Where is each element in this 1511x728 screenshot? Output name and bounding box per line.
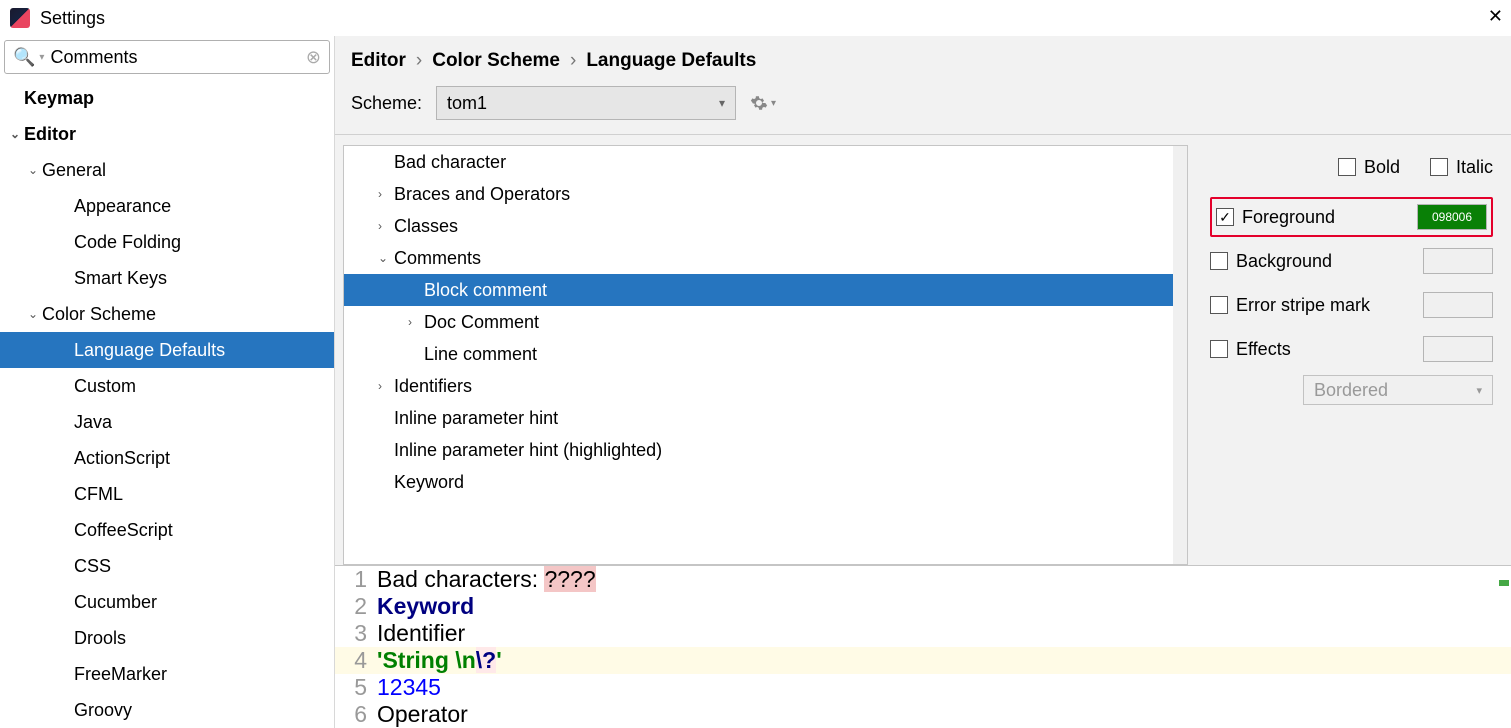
breadcrumb-item[interactable]: Color Scheme [432,50,560,72]
sidebar-item-appearance[interactable]: Appearance [0,188,334,224]
sidebar-item-code-folding[interactable]: Code Folding [0,224,334,260]
category-item-inline-parameter-hint[interactable]: Inline parameter hint [344,402,1187,434]
chevron-icon: ⌄ [28,163,42,177]
code-preview: 1Bad characters: ????2Keyword3Identifier… [335,565,1511,728]
sidebar-item-general[interactable]: ⌄General [0,152,334,188]
sidebar-item-custom[interactable]: Custom [0,368,334,404]
category-item-doc-comment[interactable]: ›Doc Comment [344,306,1187,338]
sidebar-item-drools[interactable]: Drools [0,620,334,656]
breadcrumb: Editor › Color Scheme › Language Default… [335,36,1511,86]
chevron-down-icon[interactable]: ▾ [39,52,44,63]
sidebar-item-actionscript[interactable]: ActionScript [0,440,334,476]
search-icon: 🔍 [13,47,35,68]
chevron-icon: › [378,379,394,393]
preview-line: 2Keyword [335,593,1511,620]
scrollbar[interactable] [1173,146,1187,564]
line-number: 3 [335,620,377,647]
sidebar-item-coffeescript[interactable]: CoffeeScript [0,512,334,548]
category-item-braces-and-operators[interactable]: ›Braces and Operators [344,178,1187,210]
category-item-line-comment[interactable]: Line comment [344,338,1187,370]
effects-row: Effects [1210,329,1493,369]
breadcrumb-item[interactable]: Editor [351,50,406,72]
chevron-right-icon: › [416,50,422,72]
italic-checkbox[interactable]: Italic [1430,147,1493,187]
error-stripe-color-swatch[interactable] [1423,292,1493,318]
window-title: Settings [40,8,105,29]
sidebar-item-editor[interactable]: ⌄Editor [0,116,334,152]
sidebar-item-freemarker[interactable]: FreeMarker [0,656,334,692]
chevron-icon: ⌄ [378,251,394,265]
error-stripe-row: Error stripe mark [1210,285,1493,325]
chevron-icon: › [378,219,394,233]
foreground-row: Foreground 098006 [1210,197,1493,237]
effects-type-select[interactable]: Bordered ▾ [1303,375,1493,405]
chevron-down-icon: ▾ [1476,384,1482,397]
chevron-icon: › [378,187,394,201]
sidebar: 🔍 ▾ ⊗ Keymap⌄Editor⌄GeneralAppearanceCod… [0,36,335,728]
preview-line: 3Identifier [335,620,1511,647]
category-item-keyword[interactable]: Keyword [344,466,1187,498]
chevron-icon: ⌄ [10,127,24,141]
category-item-comments[interactable]: ⌄Comments [344,242,1187,274]
foreground-checkbox[interactable]: Foreground [1216,197,1335,237]
sidebar-item-language-defaults[interactable]: Language Defaults [0,332,334,368]
chevron-right-icon: › [570,50,576,72]
settings-tree: Keymap⌄Editor⌄GeneralAppearanceCode Fold… [0,80,334,728]
titlebar: Settings ✕ [0,0,1511,36]
foreground-color-swatch[interactable]: 098006 [1417,204,1487,230]
scheme-select[interactable]: tom1 ▾ [436,86,736,120]
category-list: Bad character›Braces and Operators›Class… [343,145,1188,565]
category-item-block-comment[interactable]: Block comment [344,274,1187,306]
close-icon[interactable]: ✕ [1488,6,1503,27]
preview-line: 4'String \n\?' [335,647,1511,674]
properties-panel: Bold Italic Foreground 098006 [1188,135,1511,565]
background-row: Background [1210,241,1493,281]
line-number: 2 [335,593,377,620]
bold-checkbox[interactable]: Bold [1338,147,1400,187]
gear-icon[interactable]: ▾ [750,94,776,112]
chevron-icon: › [408,315,424,329]
sidebar-item-groovy[interactable]: Groovy [0,692,334,728]
scheme-value: tom1 [447,93,487,114]
scroll-marker[interactable] [1499,580,1509,586]
category-item-bad-character[interactable]: Bad character [344,146,1187,178]
sidebar-item-smart-keys[interactable]: Smart Keys [0,260,334,296]
line-number: 4 [335,647,377,674]
search-field[interactable]: 🔍 ▾ ⊗ [4,40,330,74]
effects-checkbox[interactable]: Effects [1210,329,1291,369]
background-color-swatch[interactable] [1423,248,1493,274]
chevron-down-icon: ▾ [719,96,725,110]
line-number: 1 [335,566,377,593]
category-item-identifiers[interactable]: ›Identifiers [344,370,1187,402]
effects-color-swatch[interactable] [1423,336,1493,362]
preview-line: 6Operator [335,701,1511,728]
sidebar-item-keymap[interactable]: Keymap [0,80,334,116]
line-number: 5 [335,674,377,701]
app-icon [10,8,30,28]
sidebar-item-color-scheme[interactable]: ⌄Color Scheme [0,296,334,332]
category-item-classes[interactable]: ›Classes [344,210,1187,242]
search-input[interactable] [50,47,305,68]
sidebar-item-css[interactable]: CSS [0,548,334,584]
preview-line: 1Bad characters: ???? [335,566,1511,593]
sidebar-item-cucumber[interactable]: Cucumber [0,584,334,620]
chevron-icon: ⌄ [28,307,42,321]
breadcrumb-item: Language Defaults [586,50,756,72]
line-number: 6 [335,701,377,728]
clear-icon[interactable]: ⊗ [306,47,321,68]
sidebar-item-cfml[interactable]: CFML [0,476,334,512]
preview-line: 512345 [335,674,1511,701]
sidebar-item-java[interactable]: Java [0,404,334,440]
category-item-inline-parameter-hint-highlighted-[interactable]: Inline parameter hint (highlighted) [344,434,1187,466]
error-stripe-checkbox[interactable]: Error stripe mark [1210,285,1370,325]
background-checkbox[interactable]: Background [1210,241,1332,281]
scheme-label: Scheme: [351,93,422,114]
